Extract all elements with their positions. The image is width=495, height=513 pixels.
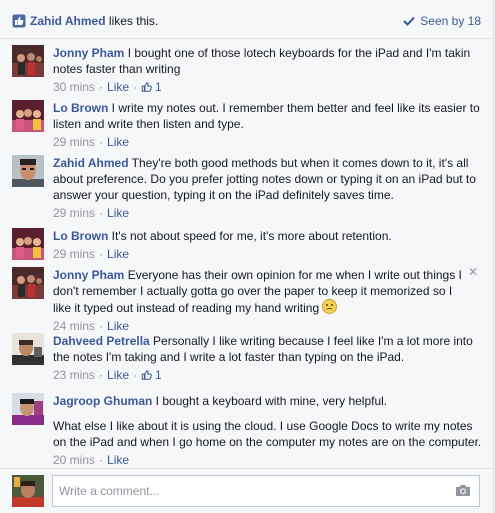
comment-text: I write my notes out. I remember them be… bbox=[53, 101, 484, 131]
like-button[interactable]: Like bbox=[107, 205, 129, 221]
comment-meta: 29 mins · Like bbox=[53, 134, 483, 150]
comment-author[interactable]: Zahid Ahmed bbox=[53, 156, 129, 170]
like-count-value: 1 bbox=[155, 80, 162, 94]
meta-separator: · bbox=[99, 206, 104, 220]
like-button[interactable]: Like bbox=[107, 318, 129, 334]
checkmark-icon bbox=[403, 16, 416, 26]
comment-text: It's not about speed for me, it's more a… bbox=[108, 229, 392, 243]
meta-separator: · bbox=[99, 368, 104, 382]
comment-author[interactable]: Lo Brown bbox=[53, 101, 108, 115]
liker-link[interactable]: Zahid Ahmed bbox=[30, 14, 106, 28]
comment-author[interactable]: Jagroop Ghuman bbox=[53, 394, 152, 408]
comment-text: I bought a keyboard with mine, very help… bbox=[152, 394, 388, 408]
like-count[interactable]: 1 bbox=[141, 79, 162, 95]
comment-time[interactable]: 29 mins bbox=[53, 134, 95, 150]
meta-separator: · bbox=[99, 135, 104, 149]
like-count[interactable]: 1 bbox=[141, 367, 162, 383]
like-button[interactable]: Like bbox=[107, 246, 129, 262]
meta-separator: · bbox=[99, 319, 104, 333]
seen-by[interactable]: Seen by 18 bbox=[403, 14, 481, 28]
comment-input[interactable] bbox=[53, 476, 455, 506]
avatar[interactable] bbox=[12, 267, 44, 299]
thumbs-up-icon bbox=[141, 82, 152, 92]
close-icon[interactable]: ✕ bbox=[468, 266, 478, 278]
comment-composer bbox=[0, 468, 494, 513]
avatar[interactable] bbox=[12, 393, 44, 425]
likes-summary-bar: Zahid Ahmed likes this. Seen by 18 bbox=[0, 0, 494, 39]
comment-author[interactable]: Lo Brown bbox=[53, 229, 108, 243]
comment-meta: 23 mins · Like · 1 bbox=[53, 367, 483, 383]
comment-author[interactable]: Jonny Pham bbox=[53, 46, 124, 60]
like-count-value: 1 bbox=[155, 368, 162, 382]
thumbs-up-icon bbox=[141, 370, 152, 380]
comment-meta: 20 mins · Like bbox=[53, 452, 483, 468]
avatar[interactable] bbox=[12, 45, 44, 77]
comment-time[interactable]: 29 mins bbox=[53, 246, 95, 262]
thumbs-up-icon bbox=[12, 14, 26, 28]
comment-time[interactable]: 29 mins bbox=[53, 205, 95, 221]
avatar[interactable] bbox=[12, 333, 44, 365]
comment-time[interactable]: 30 mins bbox=[53, 79, 95, 95]
comment-author[interactable]: Jonny Pham bbox=[53, 268, 124, 282]
sad-emoji-icon bbox=[322, 299, 338, 314]
likes-suffix: likes this. bbox=[105, 14, 159, 28]
comment-list: Jonny Pham I bought one of those lotech … bbox=[0, 39, 494, 469]
like-button[interactable]: Like bbox=[107, 134, 129, 150]
like-button[interactable]: Like bbox=[107, 79, 129, 95]
avatar[interactable] bbox=[12, 155, 44, 187]
like-button[interactable]: Like bbox=[107, 367, 129, 383]
meta-separator: · bbox=[133, 368, 138, 382]
avatar[interactable] bbox=[12, 228, 44, 260]
meta-separator: · bbox=[133, 80, 138, 94]
comment-meta: 24 mins · Like bbox=[53, 318, 473, 334]
comment-author[interactable]: Dahveed Petrella bbox=[53, 334, 150, 348]
likes-summary: Zahid Ahmed likes this. bbox=[12, 14, 158, 28]
comment-input-box[interactable] bbox=[52, 475, 480, 507]
avatar[interactable] bbox=[12, 100, 44, 132]
meta-separator: · bbox=[99, 453, 104, 467]
comment-time[interactable]: 20 mins bbox=[53, 452, 95, 468]
comment-meta: 30 mins · Like · 1 bbox=[53, 79, 483, 95]
meta-separator: · bbox=[99, 247, 104, 261]
comment-meta: 29 mins · Like bbox=[53, 205, 483, 221]
like-button[interactable]: Like bbox=[107, 452, 129, 468]
comment-meta: 29 mins · Like bbox=[53, 246, 483, 262]
comment-text-paragraph: What else I like about it is using the c… bbox=[53, 419, 482, 449]
comment-time[interactable]: 24 mins bbox=[53, 318, 95, 334]
current-user-avatar[interactable] bbox=[12, 475, 44, 507]
meta-separator: · bbox=[99, 80, 104, 94]
seen-label: Seen by 18 bbox=[420, 14, 481, 28]
comment-time[interactable]: 23 mins bbox=[53, 367, 95, 383]
camera-icon[interactable] bbox=[455, 484, 471, 497]
